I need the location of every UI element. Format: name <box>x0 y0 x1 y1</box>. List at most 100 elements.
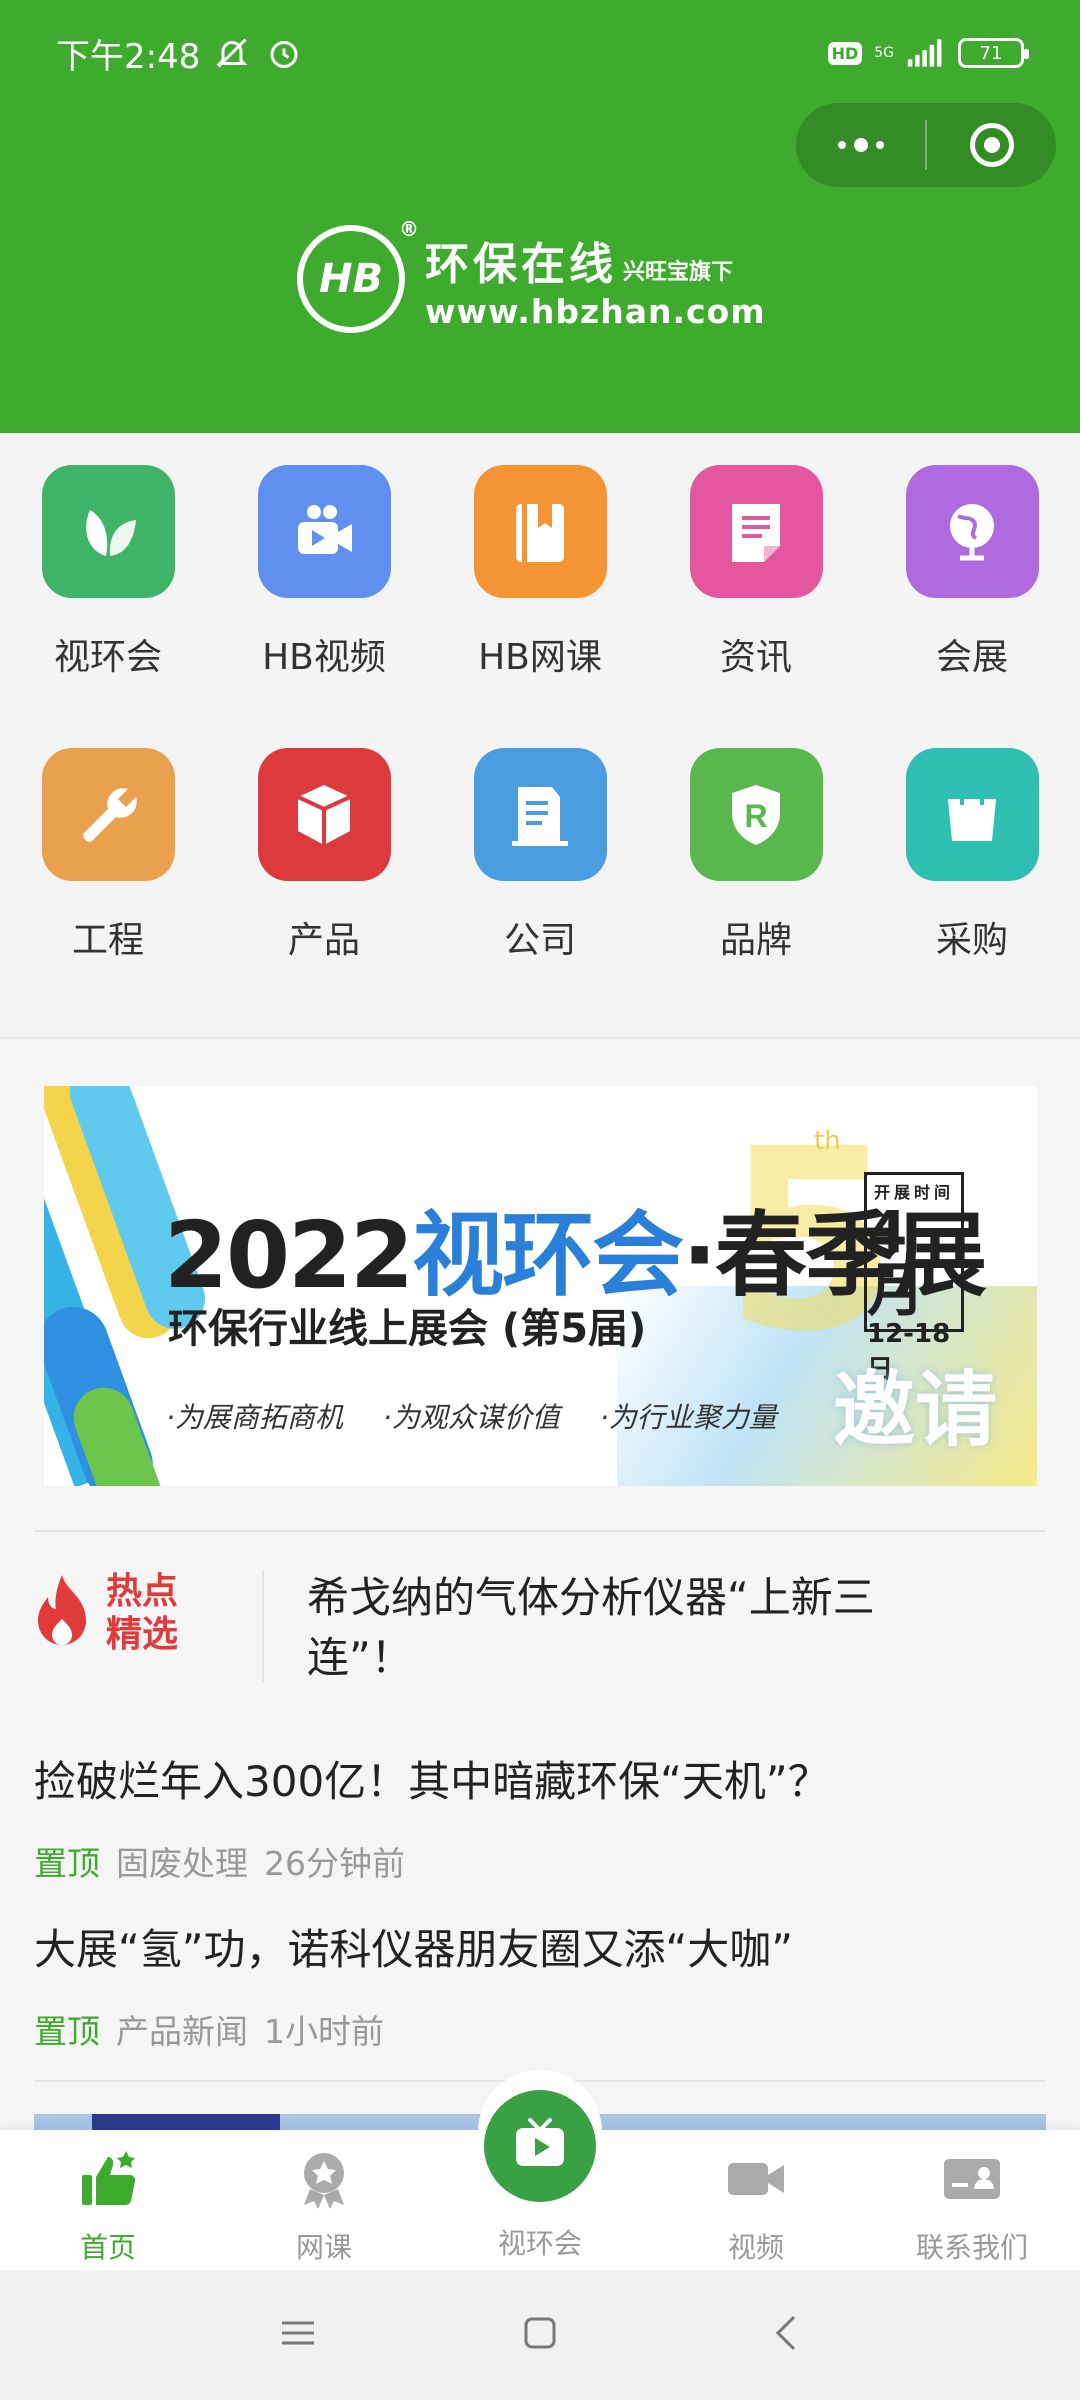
hot-label-line2: 精选 <box>106 1614 179 1656</box>
date-month: 4月 <box>867 1198 926 1324</box>
grid-item-label: 资讯 <box>719 637 792 678</box>
grid-item-shihuanhui[interactable]: 视环会 <box>0 465 216 680</box>
grid-item-label: 品牌 <box>719 920 792 961</box>
tab-contact[interactable]: 联系我们 <box>864 2144 1080 2266</box>
menu-icon <box>278 2313 318 2357</box>
menu-button[interactable] <box>268 2305 328 2365</box>
tab-label: 联系我们 <box>915 2231 1028 2264</box>
banner-tags: ·为展商拓商机 ·为观众谋价值 ·为行业聚力量 <box>166 1396 777 1436</box>
tab-label: 网课 <box>295 2231 352 2264</box>
more-dots-icon <box>837 138 884 152</box>
grid-item-hb-video[interactable]: HB视频 <box>216 465 432 680</box>
grid-item-label: HB网课 <box>478 637 602 678</box>
tab-label: 视环会 <box>497 2227 582 2260</box>
news-title: 大展“氢”功，诺科仪器朋友圈又添“大咖” <box>34 1925 794 1974</box>
news-time: 1小时前 <box>264 2012 384 2051</box>
home-square-icon <box>520 2313 560 2357</box>
pinned-badge: 置顶 <box>34 1844 100 1883</box>
grid-item-label: 工程 <box>71 920 144 961</box>
tv-play-icon <box>508 2112 572 2180</box>
grid-item-label: 会展 <box>935 637 1008 678</box>
tab-course[interactable]: 网课 <box>216 2144 432 2266</box>
news-category: 固废处理 <box>116 1844 248 1883</box>
news-time: 26分钟前 <box>264 1844 405 1883</box>
brand-url: www.hbzhan.com <box>425 291 766 331</box>
banner-invite: 邀请 <box>832 1363 997 1458</box>
hd-badge: HD <box>827 41 863 65</box>
brand-name: 环保在线 <box>425 238 617 290</box>
system-navigation-bar <box>0 2270 1080 2400</box>
grid-item-label: 公司 <box>503 920 576 961</box>
grid-item-engineering[interactable]: 工程 <box>0 748 216 963</box>
grid-item-news[interactable]: 资讯 <box>648 465 864 680</box>
grid-item-label: HB视频 <box>262 637 386 678</box>
grid-item-company[interactable]: 公司 <box>432 748 648 963</box>
tab-video[interactable]: 视频 <box>648 2144 864 2266</box>
more-button[interactable] <box>796 103 925 187</box>
grid-item-purchase[interactable]: 采购 <box>864 748 1080 963</box>
banner-date-box: 开展时间 4月 12-18日 <box>864 1172 964 1385</box>
svg-text:R: R <box>744 798 767 834</box>
target-icon <box>969 123 1014 167</box>
fire-icon <box>30 1571 94 1655</box>
banner-title-highlight: 视环会 <box>412 1202 684 1309</box>
document-icon <box>689 465 823 598</box>
category-grid: 视环会 HB视频 HB网课 资讯 会展 工程 产品 公司 R 品牌 采购 <box>0 433 1080 1039</box>
alarm-icon <box>264 33 304 73</box>
brand-subtitle: 兴旺宝旗下 <box>623 259 734 285</box>
promo-banner[interactable]: 5 th 2022视环会·春季展 环保行业线上展会 (第5届) ·为展商拓商机 … <box>44 1086 1037 1486</box>
status-bar: 下午2:48 HD 5G 71 <box>56 28 1029 78</box>
grid-item-exhibition[interactable]: 会展 <box>864 465 1080 680</box>
network-label: 5G <box>874 45 894 61</box>
registered-mark: ® <box>399 217 419 241</box>
hot-pick-label: 热点 精选 <box>30 1570 178 1656</box>
thumbs-up-icon <box>73 2144 143 2214</box>
mute-icon <box>212 33 252 73</box>
grid-item-hb-course[interactable]: HB网课 <box>432 465 648 680</box>
hot-pick-title[interactable]: 希戈纳的气体分析仪器“上新三连”！ <box>307 1568 947 1688</box>
brand-logo-block: HB ® 环保在线 兴旺宝旗下 www.hbzhan.com <box>297 217 766 333</box>
news-item[interactable]: 大展“氢”功，诺科仪器朋友圈又添“大咖” 置顶 产品新闻 1小时前 <box>34 1916 1044 2053</box>
tab-label: 视频 <box>727 2231 784 2264</box>
shopping-bag-icon <box>905 748 1039 881</box>
hot-label-line1: 热点 <box>106 1571 179 1612</box>
globe-icon <box>905 465 1039 598</box>
building-icon <box>473 748 607 881</box>
shield-r-icon: R <box>689 748 823 881</box>
news-item[interactable]: 捡破烂年入300亿！其中暗藏环保“天机”？ 置顶 固废处理 26分钟前 <box>34 1748 1044 1885</box>
medal-icon <box>289 2144 359 2214</box>
back-chevron-icon <box>768 2313 808 2357</box>
banner-tag: ·为行业聚力量 <box>599 1401 777 1434</box>
grid-item-label: 视环会 <box>53 637 162 678</box>
news-title: 捡破烂年入300亿！其中暗藏环保“天机”？ <box>34 1757 830 1806</box>
back-button[interactable] <box>758 2305 818 2365</box>
grid-item-product[interactable]: 产品 <box>216 748 432 963</box>
banner-subtitle: 环保行业线上展会 (第5届) <box>168 1306 647 1352</box>
edition-suffix: th <box>814 1126 841 1156</box>
header: 下午2:48 HD 5G 71 HB ® 环保在线 兴旺宝旗下 www.hbzh… <box>0 0 1080 433</box>
banner-year: 2022 <box>164 1202 414 1309</box>
tab-shihuanhui[interactable] <box>484 2090 596 2202</box>
wrench-icon <box>41 748 175 881</box>
brand-logo: HB ® <box>297 217 419 333</box>
tab-home[interactable]: 首页 <box>0 2144 216 2266</box>
video-icon <box>721 2144 791 2214</box>
cube-icon <box>257 748 391 881</box>
news-category: 产品新闻 <box>116 2012 248 2051</box>
signal-icon <box>906 33 946 73</box>
close-miniprogram-button[interactable] <box>927 103 1056 187</box>
pinned-badge: 置顶 <box>34 2012 100 2051</box>
brand-logo-mark: HB <box>319 256 383 302</box>
battery-indicator: 71 <box>958 38 1029 68</box>
leaf-icon <box>41 465 175 598</box>
banner-tag: ·为展商拓商机 <box>166 1401 343 1434</box>
home-button[interactable] <box>510 2305 570 2365</box>
contact-card-icon <box>937 2144 1007 2214</box>
grid-item-brand[interactable]: R 品牌 <box>648 748 864 963</box>
status-time: 下午2:48 <box>56 36 201 77</box>
book-icon <box>473 465 607 598</box>
grid-item-label: 产品 <box>287 920 360 961</box>
grid-item-label: 采购 <box>935 920 1008 961</box>
video-camera-icon <box>257 465 391 598</box>
tab-label: 首页 <box>79 2231 136 2264</box>
